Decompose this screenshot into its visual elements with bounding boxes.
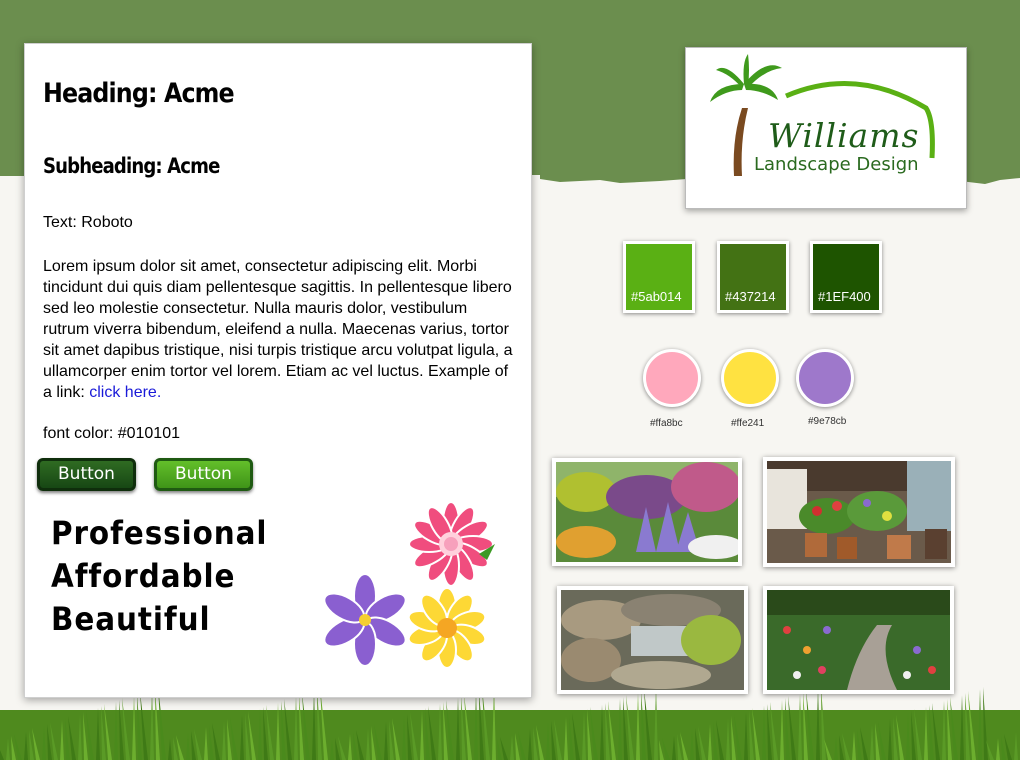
dark-button[interactable]: Button <box>37 458 136 491</box>
swatch-primary: #5ab014 <box>623 241 695 313</box>
heading-sample: Heading: Acme <box>43 78 235 109</box>
photo-garden-path <box>763 586 954 694</box>
subheading-sample: Subheading: Acme <box>43 154 220 178</box>
lorem-text: Lorem ipsum dolor sit amet, consectetur … <box>43 258 513 401</box>
swatch-secondary: #437214 <box>717 241 789 313</box>
accent-purple-label: #9e78cb <box>808 416 847 427</box>
tagline-affordable: Affordable <box>51 557 236 595</box>
swatch-dark: #1EF400 <box>810 241 882 313</box>
flowers-illustration <box>323 501 495 669</box>
photo-patio <box>763 457 955 567</box>
pink-flower-icon <box>408 501 495 587</box>
accent-yellow-label: #ffe241 <box>731 418 765 429</box>
font-color-label: font color: #010101 <box>43 425 180 442</box>
accent-pink <box>643 349 701 407</box>
swatch-secondary-label: #437214 <box>725 289 776 304</box>
photo-flowerbed <box>552 458 742 566</box>
style-guide-card: Heading: Acme Subheading: Acme Text: Rob… <box>24 43 532 698</box>
text-font-label: Text: Roboto <box>43 214 133 231</box>
logo: Williams Landscape Design <box>685 47 967 209</box>
accent-yellow <box>721 349 779 407</box>
body-text: Lorem ipsum dolor sit amet, consectetur … <box>43 256 513 403</box>
tagline-professional: Professional <box>51 514 268 552</box>
tagline-beautiful: Beautiful <box>51 600 211 638</box>
purple-flower-icon <box>323 573 407 667</box>
logo-name: Williams <box>768 116 920 155</box>
photo-waterfall <box>557 586 748 694</box>
light-button[interactable]: Button <box>154 458 253 491</box>
yellow-flower-icon <box>407 587 487 669</box>
logo-subtitle: Landscape Design <box>754 154 919 175</box>
example-link[interactable]: click here. <box>89 384 161 401</box>
accent-purple <box>796 349 854 407</box>
swatch-primary-label: #5ab014 <box>631 289 682 304</box>
accent-pink-label: #ffa8bc <box>650 418 683 429</box>
swatch-dark-label: #1EF400 <box>818 289 871 304</box>
